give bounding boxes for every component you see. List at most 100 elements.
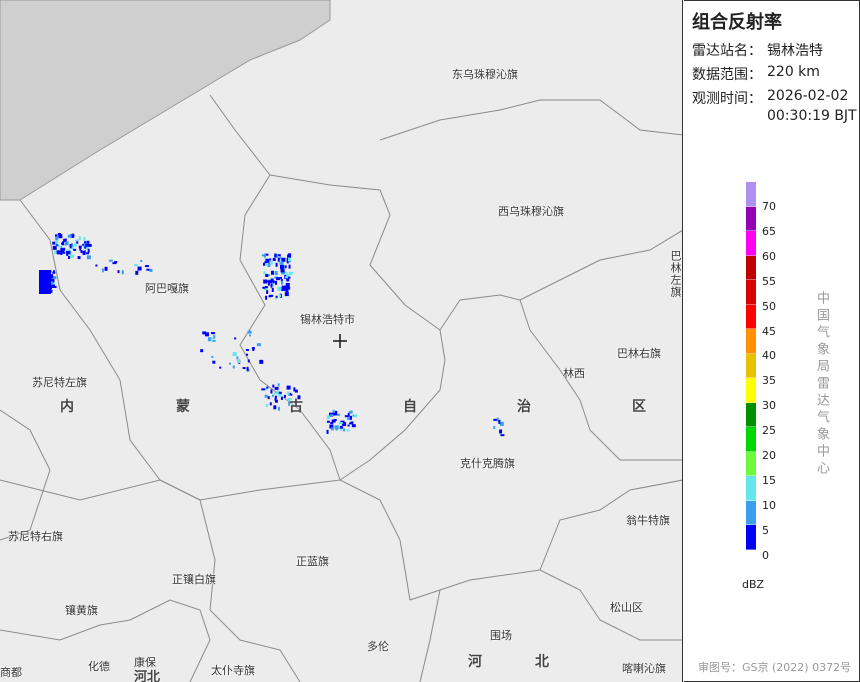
echo-pixel xyxy=(52,245,57,250)
echo-pixel xyxy=(87,248,90,253)
echo-block xyxy=(39,270,51,294)
time-value: 00:30:19 BJT xyxy=(767,108,857,124)
echo-pixel xyxy=(274,271,278,276)
echo-pixel xyxy=(54,234,57,237)
legend-tick-label: 40 xyxy=(762,349,776,363)
echo-pixel xyxy=(63,238,67,242)
echo-pixel xyxy=(69,244,72,248)
time-label: 观测时间： xyxy=(692,91,762,107)
echo-pixel xyxy=(498,419,501,424)
echo-pixel xyxy=(280,265,285,270)
echo-pixel xyxy=(256,343,261,347)
echo-pixel xyxy=(264,394,268,398)
place-label: 化德 xyxy=(88,660,110,673)
color-legend-bar xyxy=(746,182,756,550)
echo-pixel xyxy=(269,259,272,262)
legend-color-swatch xyxy=(746,304,756,329)
echo-pixel xyxy=(272,384,275,388)
echo-pixel xyxy=(212,339,216,342)
echo-pixel xyxy=(331,419,336,423)
echo-pixel xyxy=(271,287,274,292)
region-label: 治 xyxy=(517,399,531,415)
echo-pixel xyxy=(346,429,350,432)
echo-pixel xyxy=(200,349,204,353)
legend-color-swatch xyxy=(746,378,756,403)
echo-pixel xyxy=(347,412,350,417)
echo-pixel xyxy=(64,241,69,246)
legend-color-swatch xyxy=(746,500,756,525)
echo-pixel xyxy=(247,359,250,363)
place-label: 商都 xyxy=(0,666,22,679)
echo-pixel xyxy=(52,270,55,273)
echo-pixel xyxy=(263,253,266,258)
range-label: 数据范围： xyxy=(692,67,762,83)
echo-pixel xyxy=(264,261,267,264)
echo-pixel xyxy=(500,434,505,437)
echo-pixel xyxy=(78,245,82,249)
radar-map[interactable]: 东乌珠穆沁旗 西乌珠穆沁旗 阿巴嘎旗 锡林浩特市 苏尼特左旗 林西 巴林右旗 巴… xyxy=(0,0,683,682)
legend-unit: dBZ xyxy=(742,578,765,591)
region-label: 区 xyxy=(632,399,646,415)
echo-pixel xyxy=(83,237,86,242)
echo-pixel xyxy=(52,282,55,285)
echo-pixel xyxy=(71,234,75,237)
echo-pixel xyxy=(493,426,496,430)
echo-pixel xyxy=(278,391,282,394)
credit-text: 中国气象局雷达气象中心 xyxy=(814,291,829,478)
date-value: 2026-02-02 xyxy=(767,88,849,104)
echo-pixel xyxy=(347,416,351,420)
legend-tick-label: 15 xyxy=(762,473,776,487)
echo-pixel xyxy=(263,271,266,275)
echo-pixel xyxy=(210,337,213,342)
echo-pixel xyxy=(83,241,86,244)
echo-pixel xyxy=(280,278,283,281)
echo-pixel xyxy=(280,396,283,400)
echo-pixel xyxy=(269,402,272,406)
legend-color-swatch xyxy=(746,427,756,452)
echo-pixel xyxy=(112,262,117,265)
echo-pixel xyxy=(281,257,286,262)
echo-pixel xyxy=(332,410,336,413)
place-label: 松山区 xyxy=(610,601,643,614)
echo-pixel xyxy=(330,427,334,431)
echo-pixel xyxy=(212,360,216,364)
echo-pixel xyxy=(287,286,291,290)
legend-color-swatch xyxy=(746,206,756,231)
legend-color-swatch xyxy=(746,525,756,550)
place-label: 林西 xyxy=(563,367,585,380)
echo-pixel xyxy=(59,245,62,248)
echo-pixel xyxy=(275,295,278,298)
echo-pixel xyxy=(337,413,341,416)
echo-pixel xyxy=(294,389,298,393)
echo-pixel xyxy=(326,420,330,423)
echo-pixel xyxy=(266,289,269,294)
echo-pixel xyxy=(95,264,98,267)
echo-pixel xyxy=(259,359,264,364)
echo-pixel xyxy=(265,273,269,277)
echo-pixel xyxy=(232,365,235,369)
legend-tick-label: 35 xyxy=(762,374,776,388)
echo-pixel xyxy=(261,388,266,391)
echo-pixel xyxy=(287,257,291,262)
echo-pixel xyxy=(86,255,91,260)
echo-pixel xyxy=(219,366,222,369)
product-title: 组合反射率 xyxy=(692,12,782,33)
echo-pixel xyxy=(242,367,246,370)
echo-pixel xyxy=(499,421,504,426)
legend-tick-label: 65 xyxy=(762,224,776,238)
echo-pixel xyxy=(277,257,280,262)
echo-pixel xyxy=(232,352,237,357)
echo-pixel xyxy=(279,294,282,298)
echo-pixel xyxy=(211,355,214,358)
echo-pixel xyxy=(80,249,83,253)
echo-pixel xyxy=(279,262,284,266)
echo-pixel xyxy=(149,268,153,272)
place-label: 苏尼特右旗 xyxy=(8,530,63,543)
region-label: 内 xyxy=(60,399,74,415)
echo-pixel xyxy=(135,270,139,275)
legend-color-swatch xyxy=(746,329,756,354)
legend-tick-label: 0 xyxy=(762,548,769,562)
echo-pixel xyxy=(351,424,356,428)
echo-pixel xyxy=(264,286,268,289)
echo-pixel xyxy=(263,279,268,284)
